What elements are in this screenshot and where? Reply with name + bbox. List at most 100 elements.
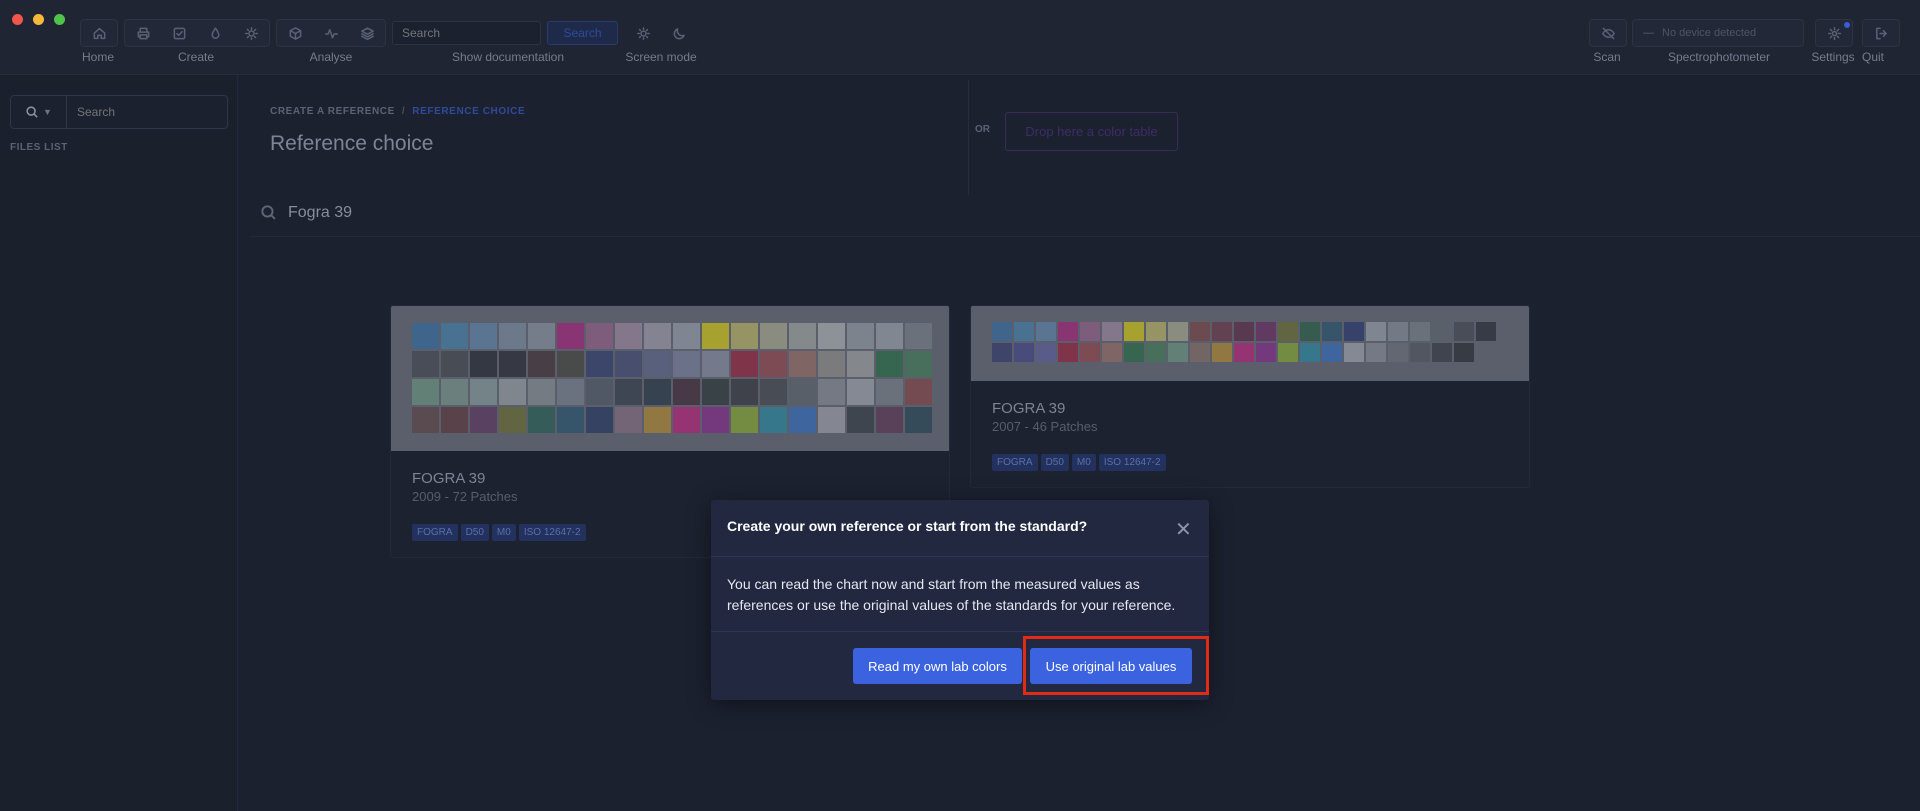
color-patch bbox=[760, 407, 787, 433]
color-patch bbox=[673, 351, 700, 377]
tag: FOGRA bbox=[412, 524, 458, 541]
card-title: FOGRA 39 bbox=[412, 470, 486, 487]
color-patch bbox=[1168, 322, 1188, 341]
show-documentation-label: Show documentation bbox=[451, 50, 565, 64]
color-patch bbox=[673, 407, 700, 433]
color-patch bbox=[557, 379, 584, 405]
quit-label: Quit bbox=[1861, 50, 1885, 64]
files-list-heading: FILES LIST bbox=[10, 142, 68, 153]
color-patch bbox=[644, 323, 671, 349]
color-patch bbox=[412, 407, 439, 433]
color-patch bbox=[615, 407, 642, 433]
color-patch bbox=[412, 323, 439, 349]
spectrophotometer-select[interactable]: — No device detected bbox=[1632, 19, 1804, 47]
color-patch bbox=[1234, 322, 1254, 341]
home-label: Home bbox=[81, 50, 115, 64]
files-sidebar: ▼ FILES LIST bbox=[0, 75, 238, 811]
color-patch bbox=[1278, 322, 1298, 341]
color-patch bbox=[1036, 343, 1056, 362]
tag: FOGRA bbox=[992, 454, 1038, 471]
analyse-layers-button[interactable] bbox=[349, 20, 385, 46]
scan-label: Scan bbox=[1593, 50, 1621, 64]
search-filter-dropdown[interactable]: ▼ bbox=[10, 95, 67, 129]
gamut-icon bbox=[289, 26, 301, 40]
dialog-title: Create your own reference or start from … bbox=[727, 518, 1088, 534]
read-own-lab-colors-button[interactable]: Read my own lab colors bbox=[853, 648, 1022, 684]
home-button[interactable] bbox=[81, 20, 117, 46]
analyse-gamut-button[interactable] bbox=[277, 20, 313, 46]
reference-card[interactable]: FOGRA 39 2007 - 46 Patches FOGRA D50 M0 … bbox=[970, 305, 1530, 488]
color-patch bbox=[992, 322, 1012, 341]
toolbar-search-input[interactable] bbox=[392, 21, 541, 45]
analyse-group bbox=[276, 19, 386, 47]
color-patch bbox=[1366, 343, 1386, 362]
color-patch bbox=[876, 407, 903, 433]
color-patch bbox=[1014, 343, 1034, 362]
color-patch bbox=[441, 407, 468, 433]
color-patch bbox=[818, 407, 845, 433]
quit-group bbox=[1862, 19, 1900, 47]
window-minimize-dot[interactable] bbox=[33, 14, 44, 25]
tag: ISO 12647-2 bbox=[1098, 454, 1166, 471]
scan-group bbox=[1589, 19, 1627, 47]
layers-icon bbox=[360, 26, 374, 40]
color-patch bbox=[760, 323, 787, 349]
color-patch bbox=[1300, 322, 1320, 341]
window-zoom-dot[interactable] bbox=[54, 14, 65, 25]
or-label: OR bbox=[975, 124, 990, 135]
color-patch bbox=[1278, 343, 1298, 362]
quit-button[interactable] bbox=[1863, 20, 1899, 46]
color-patch bbox=[412, 379, 439, 405]
create-ink-button[interactable] bbox=[197, 20, 233, 46]
screen-mode-label: Screen mode bbox=[625, 50, 697, 64]
color-patch bbox=[615, 323, 642, 349]
reference-search-input[interactable]: Fogra 39 bbox=[288, 204, 352, 222]
create-print-button[interactable] bbox=[125, 20, 161, 46]
breadcrumb: CREATE A REFERENCE / REFERENCE CHOICE bbox=[270, 106, 525, 117]
printer-icon bbox=[137, 27, 149, 39]
color-patch bbox=[441, 379, 468, 405]
color-patch bbox=[1234, 343, 1254, 362]
sidebar-search-input[interactable] bbox=[67, 95, 228, 129]
color-patch bbox=[499, 351, 526, 377]
color-patch bbox=[499, 379, 526, 405]
checkbox-icon bbox=[173, 27, 185, 39]
color-patch bbox=[876, 351, 903, 377]
pulse-icon bbox=[324, 28, 338, 38]
color-patch bbox=[1432, 322, 1452, 341]
scan-button[interactable] bbox=[1590, 20, 1626, 46]
card-title: FOGRA 39 bbox=[992, 400, 1066, 417]
color-table-drop-zone[interactable]: Drop here a color table bbox=[1005, 112, 1178, 151]
color-patch bbox=[905, 407, 932, 433]
home-icon bbox=[93, 27, 105, 39]
color-patch bbox=[1146, 343, 1166, 362]
color-patch bbox=[1124, 322, 1144, 341]
screen-mode-group bbox=[625, 19, 697, 47]
close-icon[interactable]: ✕ bbox=[1175, 520, 1192, 540]
window-close-dot[interactable] bbox=[12, 14, 23, 25]
breadcrumb-create-reference[interactable]: CREATE A REFERENCE bbox=[270, 106, 395, 117]
color-patch bbox=[1322, 322, 1342, 341]
create-check-button[interactable] bbox=[161, 20, 197, 46]
tag: D50 bbox=[1040, 454, 1069, 471]
color-patch bbox=[644, 379, 671, 405]
toolbar-search-button[interactable]: Search bbox=[547, 21, 618, 45]
color-patch bbox=[557, 323, 584, 349]
color-patch bbox=[644, 351, 671, 377]
create-light-button[interactable] bbox=[233, 20, 269, 46]
color-patch bbox=[905, 323, 932, 349]
color-patch bbox=[789, 407, 816, 433]
color-patch bbox=[615, 351, 642, 377]
color-patch bbox=[1058, 343, 1078, 362]
analyse-curve-button[interactable] bbox=[313, 20, 349, 46]
home-group bbox=[80, 19, 118, 47]
breadcrumb-separator: / bbox=[401, 106, 406, 117]
card-tags: FOGRA D50 M0 ISO 12647-2 bbox=[412, 524, 586, 541]
page-title: Reference choice bbox=[270, 132, 434, 155]
spectrophotometer-label: Spectrophotometer bbox=[1667, 50, 1771, 64]
color-patch bbox=[1014, 322, 1034, 341]
color-patch bbox=[760, 351, 787, 377]
color-patch bbox=[789, 351, 816, 377]
light-mode-button[interactable] bbox=[625, 20, 661, 46]
dark-mode-button[interactable] bbox=[661, 20, 697, 46]
